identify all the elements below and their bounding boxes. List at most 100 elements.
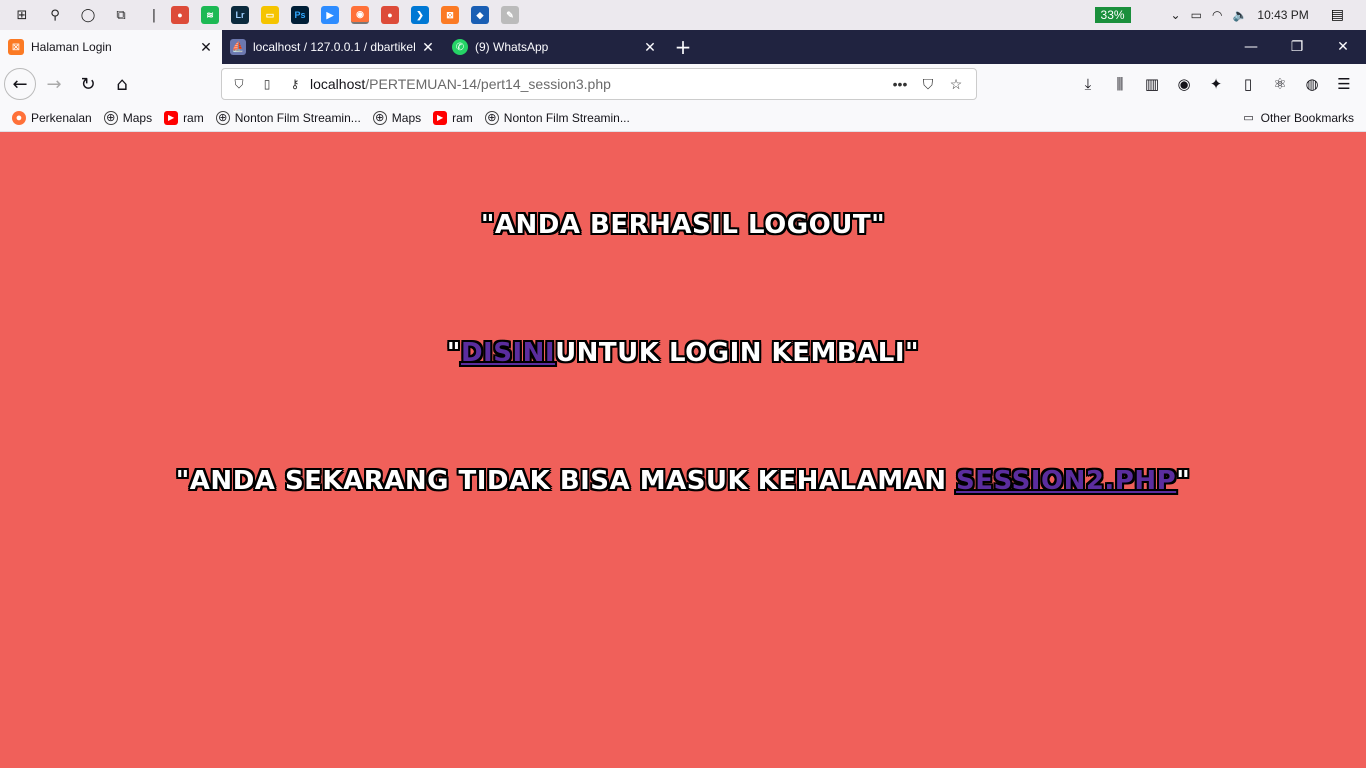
other-bookmarks[interactable]: ▭ Other Bookmarks: [1242, 111, 1354, 125]
page-icon[interactable]: ▯: [256, 77, 278, 91]
wifi-icon[interactable]: ◠: [1212, 8, 1222, 22]
bookmark-ram[interactable]: ▶ ram: [164, 110, 204, 125]
tab-whatsapp[interactable]: ✆ (9) WhatsApp ✕: [444, 30, 666, 64]
windows-taskbar: ⊞ ⚲ ◯ ⧉ | ● ≋ Lr ▭ Ps ▶ ◉ ● ❯ ⊠ ◆ ✎ 33% …: [0, 0, 1366, 30]
minimize-button[interactable]: —: [1228, 30, 1274, 64]
close-icon[interactable]: ✕: [642, 39, 658, 56]
search-icon[interactable]: ⚲: [44, 4, 66, 26]
quote-open: ": [446, 338, 461, 368]
forward-button[interactable]: →: [38, 68, 70, 100]
globe-icon: ⊕: [103, 110, 118, 125]
photoshop-icon[interactable]: Ps: [291, 6, 309, 24]
lightroom-icon[interactable]: Lr: [231, 6, 249, 24]
cortana-icon[interactable]: ◯: [77, 4, 99, 26]
url-bar[interactable]: ⛉ ▯ ⚷ localhost/PERTEMUAN-14/pert14_sess…: [221, 68, 977, 100]
bookmark-maps[interactable]: ⊕ Maps: [103, 110, 153, 125]
phpmyadmin-icon: ⛵: [230, 39, 246, 55]
login-again-message: "DISINIUNTUK LOGIN KEMBALI": [0, 338, 1366, 368]
xampp-icon: ⊠: [8, 39, 24, 55]
bookmark-label: Nonton Film Streamin...: [503, 110, 630, 125]
tab-phpmyadmin[interactable]: ⛵ localhost / 127.0.0.1 / dbartikel ✕: [222, 30, 444, 64]
other-bookmarks-label: Other Bookmarks: [1260, 110, 1354, 125]
url-actions: ••• ⛉ ☆: [886, 76, 970, 93]
vscode-icon[interactable]: ❯: [411, 6, 429, 24]
menu-icon[interactable]: ☰: [1328, 68, 1360, 100]
firefox-icon: ●: [12, 110, 26, 125]
whatsapp-icon: ✆: [452, 39, 468, 55]
close-window-button[interactable]: ✕: [1320, 30, 1366, 64]
shield-icon[interactable]: ⛉: [228, 77, 250, 92]
close-icon[interactable]: ✕: [420, 39, 436, 56]
login-link[interactable]: DISINI: [461, 338, 555, 368]
globe-icon: ⊕: [484, 110, 499, 125]
sidebar-icon[interactable]: ▥: [1136, 68, 1168, 100]
chrome-icon[interactable]: ●: [381, 6, 399, 24]
restore-button[interactable]: ❐: [1274, 30, 1320, 64]
library-icon[interactable]: ⫼: [1104, 68, 1136, 100]
page-content: "ANDA BERHASIL LOGOUT" "DISINIUNTUK LOGI…: [0, 132, 1366, 768]
back-button[interactable]: ←: [4, 68, 36, 100]
bookmark-label: ram: [183, 110, 204, 125]
chevron-up-icon[interactable]: ⌄: [1171, 8, 1181, 22]
paint-icon[interactable]: ✎: [501, 6, 519, 24]
youtube-icon: ▶: [433, 110, 448, 125]
app-icon[interactable]: ◆: [471, 6, 489, 24]
battery-indicator[interactable]: 33%: [1094, 7, 1131, 23]
new-tab-button[interactable]: +: [666, 30, 700, 64]
reload-button[interactable]: ↻: [72, 68, 104, 100]
session-warning-text: "ANDA SEKARANG TIDAK BISA MASUK KEHALAMA…: [175, 466, 957, 496]
firefox-icon[interactable]: ◉: [351, 6, 369, 24]
clock[interactable]: 10:43 PM: [1257, 8, 1308, 22]
bookmark-star-icon[interactable]: ☆: [942, 76, 970, 93]
chrome-icon[interactable]: ●: [171, 6, 189, 24]
notification-icon[interactable]: ▤: [1331, 7, 1344, 23]
react-devtools-icon[interactable]: ⚛: [1264, 68, 1296, 100]
idm-icon[interactable]: ◍: [1296, 68, 1328, 100]
bookmark-nonton-film[interactable]: ⊕ Nonton Film Streamin...: [215, 110, 361, 125]
bookmark-nonton-film[interactable]: ⊕ Nonton Film Streamin...: [484, 110, 630, 125]
session-warning-message: "ANDA SEKARANG TIDAK BISA MASUK KEHALAMA…: [0, 466, 1366, 496]
bookmark-label: Maps: [122, 110, 153, 125]
bookmark-ram[interactable]: ▶ ram: [433, 110, 473, 125]
home-button[interactable]: ⌂: [106, 68, 138, 100]
extension-icon[interactable]: ✦: [1200, 68, 1232, 100]
tab-title: localhost / 127.0.0.1 / dbartikel: [253, 40, 416, 54]
bookmark-label: Maps: [391, 110, 422, 125]
key-icon[interactable]: ⚷: [284, 77, 306, 91]
tab-halaman-login[interactable]: ⊠ Halaman Login ✕: [0, 30, 222, 64]
zoom-icon[interactable]: ▶: [321, 6, 339, 24]
url-host: localhost: [310, 76, 366, 92]
account-icon[interactable]: ◉: [1168, 68, 1200, 100]
bookmarks-bar: ● Perkenalan ⊕ Maps ▶ ram ⊕ Nonton Film …: [0, 104, 1366, 132]
file-explorer-icon[interactable]: ▭: [261, 6, 279, 24]
task-view-icon[interactable]: ⧉: [110, 4, 132, 26]
spotify-icon[interactable]: ≋: [201, 6, 219, 24]
globe-icon: ⊕: [372, 110, 387, 125]
more-actions-icon[interactable]: •••: [886, 76, 914, 93]
bookmark-label: Perkenalan: [31, 110, 92, 125]
login-again-text: UNTUK LOGIN KEMBALI": [555, 338, 920, 368]
battery-icon[interactable]: ▭: [1191, 8, 1202, 22]
folder-icon: ▭: [1243, 112, 1254, 124]
pocket-icon[interactable]: ⛉: [914, 76, 942, 93]
youtube-icon: ▶: [164, 110, 179, 125]
bookmark-label: ram: [452, 110, 473, 125]
logout-message: "ANDA BERHASIL LOGOUT": [480, 210, 886, 240]
download-icon[interactable]: ⤓: [1072, 68, 1104, 100]
windows-start-icon[interactable]: ⊞: [11, 4, 33, 26]
quote-close: ": [1176, 466, 1191, 496]
divider-icon: |: [151, 7, 157, 23]
bookmark-label: Nonton Film Streamin...: [234, 110, 361, 125]
volume-icon[interactable]: 🔈: [1232, 8, 1247, 22]
window-controls: — ❐ ✕: [1228, 30, 1366, 64]
close-icon[interactable]: ✕: [198, 39, 214, 56]
toolbar-icons: ⤓ ⫼ ▥ ◉ ✦ ▯ ⚛ ◍ ☰: [1072, 68, 1360, 100]
system-tray: 33% ⌄ ▭ ◠ 🔈 10:43 PM ▤: [1094, 0, 1366, 30]
bookmark-perkenalan[interactable]: ● Perkenalan: [12, 110, 92, 125]
phone-icon[interactable]: ▯: [1232, 68, 1264, 100]
bookmark-maps[interactable]: ⊕ Maps: [372, 110, 422, 125]
navigation-bar: ← → ↻ ⌂ ⛉ ▯ ⚷ localhost/PERTEMUAN-14/per…: [0, 64, 1366, 104]
xampp-icon[interactable]: ⊠: [441, 6, 459, 24]
session2-link[interactable]: SESSION2.PHP: [956, 466, 1176, 496]
url-path: /PERTEMUAN-14/pert14_session3.php: [365, 76, 611, 92]
